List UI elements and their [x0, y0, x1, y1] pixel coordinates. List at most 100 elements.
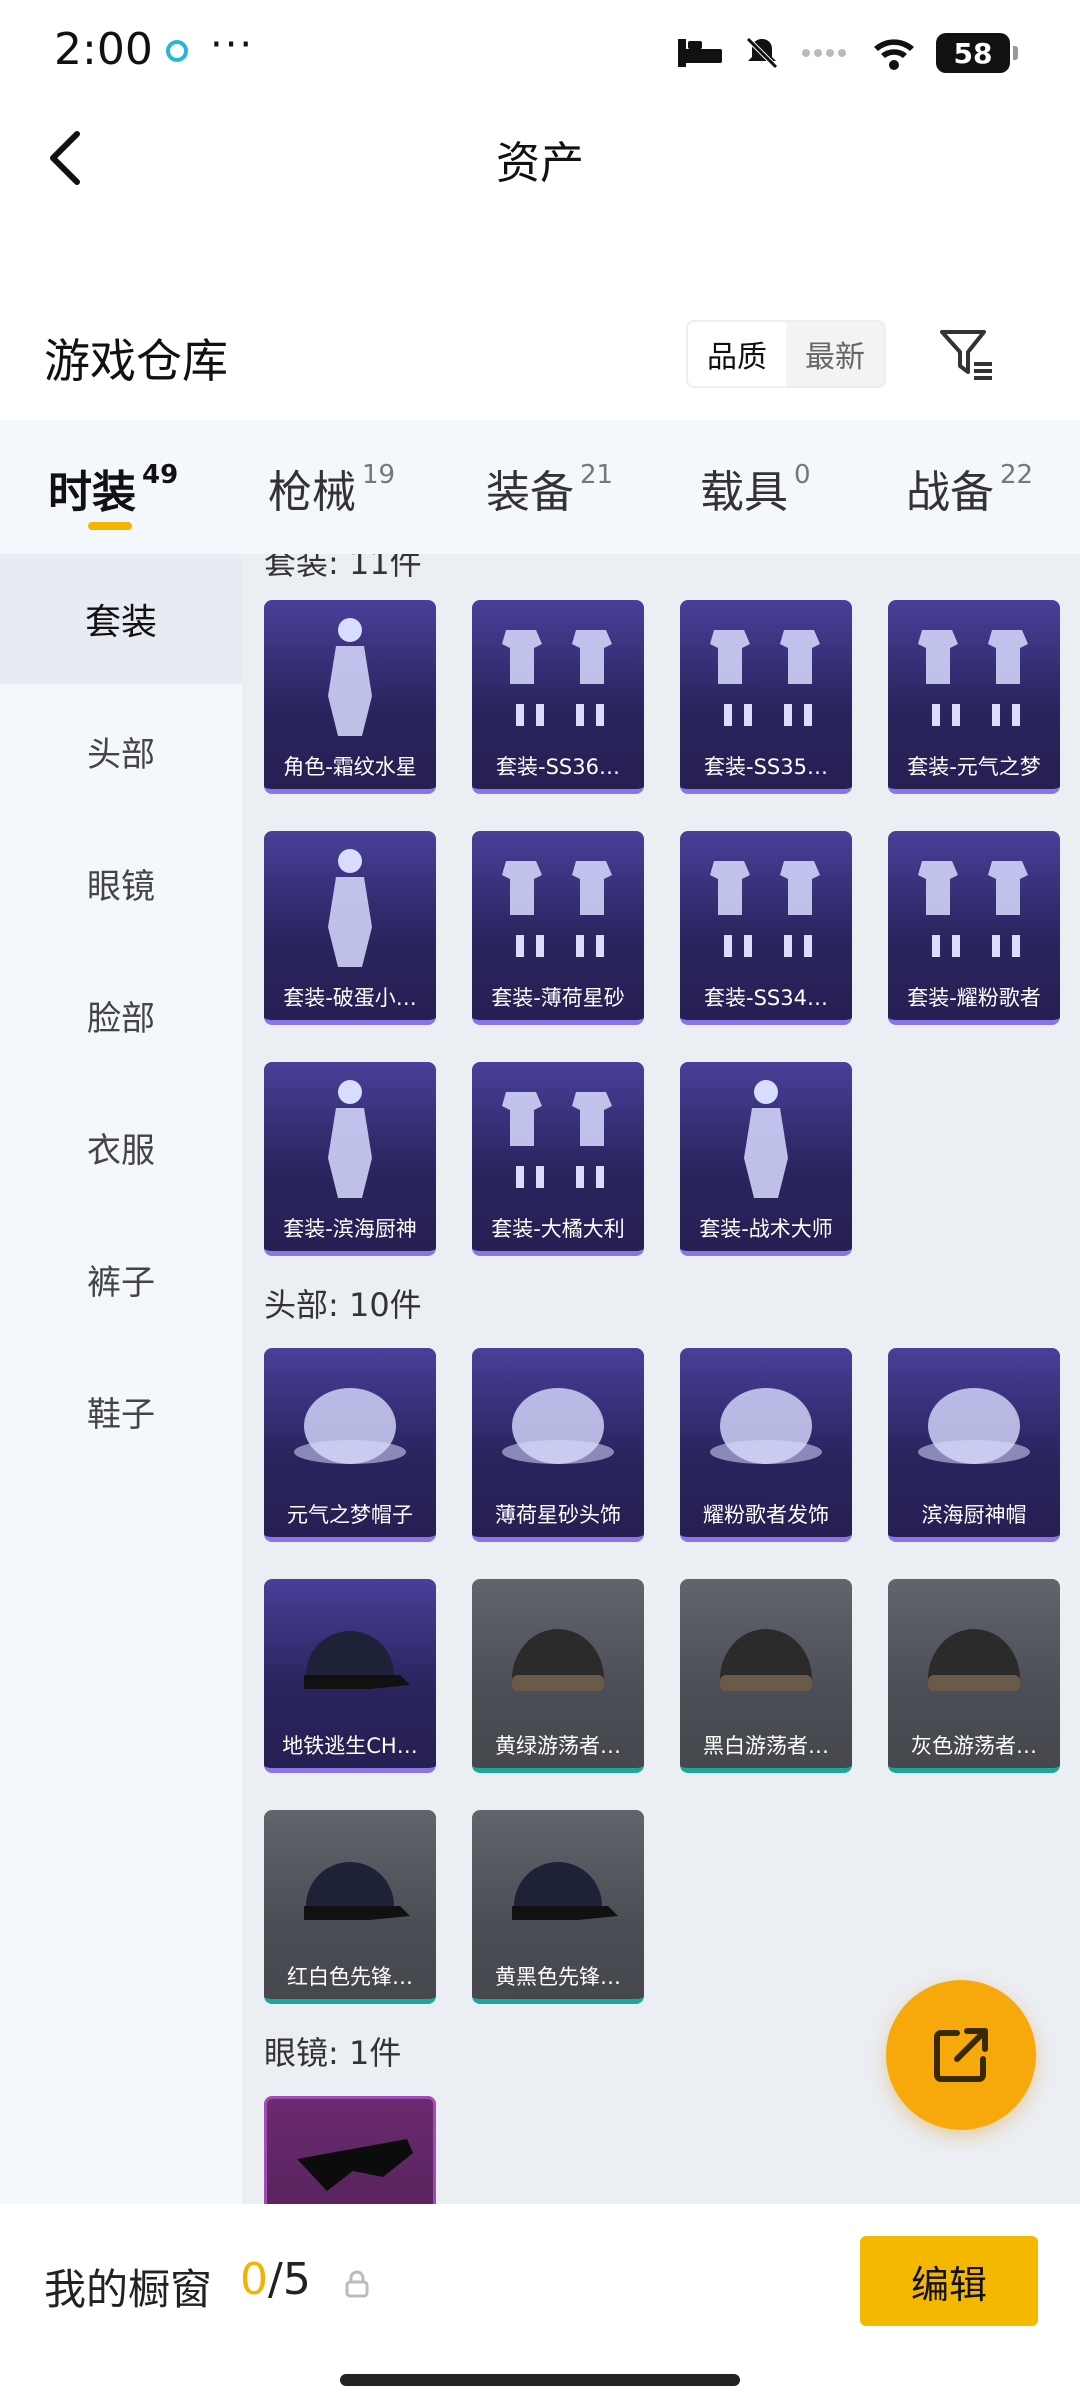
tab-count: 21 [580, 460, 614, 490]
item-name: 套装-战术大师 [699, 1217, 833, 1241]
bed-icon [678, 39, 722, 67]
beanie-icon [680, 1579, 852, 1729]
item-name: 元气之梦帽子 [287, 1503, 413, 1527]
item-name: 套装-SS35… [704, 755, 828, 779]
external-link-icon [934, 2028, 988, 2082]
page-title: 资产 [496, 138, 584, 189]
assets-page: 2:00 ··· 58 资产 游戏仓库 品质 最新 时装 49 枪械 19 装备… [0, 0, 1080, 2400]
filter-button[interactable] [932, 320, 1002, 390]
sort-quality-button[interactable]: 品质 [688, 322, 786, 386]
item-card[interactable]: 红白色先锋… [264, 1810, 436, 2004]
item-name: 地铁逃生CH… [282, 1734, 418, 1758]
tab-guns[interactable]: 枪械 19 [268, 456, 395, 520]
outfit-icon [680, 600, 852, 750]
item-card[interactable]: 黑白游荡者… [680, 1579, 852, 1773]
cap-icon [264, 1810, 436, 1960]
item-name: 套装-滨海厨神 [283, 1217, 417, 1241]
lock-icon [345, 2270, 369, 2298]
tab-fashion[interactable]: 时装 49 [48, 456, 178, 520]
tab-label: 枪械 [268, 467, 356, 518]
sort-toggle: 品质 最新 [686, 320, 886, 388]
outfit-icon [888, 600, 1060, 750]
item-name: 薄荷星砂头饰 [495, 1503, 621, 1527]
item-card[interactable]: 角色-霜纹水星 [264, 600, 436, 794]
item-card[interactable]: 套装-大橘大利 [472, 1062, 644, 1256]
tab-equipment[interactable]: 装备 21 [486, 456, 613, 520]
tab-supplies[interactable]: 战备 22 [906, 456, 1033, 520]
figure-icon [264, 600, 436, 750]
outfit-icon [888, 831, 1060, 981]
section-label-glasses: 眼镜: 1件 [264, 2034, 402, 2072]
item-name: 红白色先锋… [287, 1965, 413, 1989]
item-name: 套装-大橘大利 [491, 1217, 625, 1241]
item-name: 套装-耀粉歌者 [907, 986, 1041, 1010]
item-name: 套装-SS34… [704, 986, 828, 1010]
showcase-label: 我的橱窗 [44, 2265, 213, 2314]
filter-icon [940, 330, 992, 380]
item-card[interactable]: 黄绿游荡者… [472, 1579, 644, 1773]
item-name: 黄黑色先锋… [495, 1965, 621, 1989]
beanie-icon [472, 1579, 644, 1729]
outfit-icon [472, 600, 644, 750]
edit-button[interactable]: 编辑 [860, 2236, 1038, 2326]
beanie-icon [888, 1579, 1060, 1729]
item-name: 灰色游荡者… [911, 1734, 1037, 1758]
hat-icon [264, 1348, 436, 1498]
item-name: 滨海厨神帽 [921, 1503, 1027, 1527]
item-name: 耀粉歌者发饰 [703, 1503, 829, 1527]
figure-icon [680, 1062, 852, 1212]
item-card[interactable]: 套装-耀粉歌者 [888, 831, 1060, 1025]
item-card[interactable]: 套装-破蛋小… [264, 831, 436, 1025]
tab-count: 22 [1000, 460, 1034, 490]
item-card[interactable]: 套装-SS35… [680, 600, 852, 794]
item-card[interactable]: 套装-SS36… [472, 600, 644, 794]
item-card[interactable]: 灰色游荡者… [888, 1579, 1060, 1773]
sub-category-sidebar: 套装 头部 眼镜 脸部 衣服 裤子 鞋子 [0, 554, 242, 2204]
item-card[interactable]: 地铁逃生CH… [264, 1579, 436, 1773]
tab-vehicles[interactable]: 载具 0 [700, 456, 811, 520]
item-card[interactable]: 耀粉歌者发饰 [680, 1348, 852, 1542]
section-label-outfits: 套装: 11件 [264, 554, 422, 582]
item-name: 角色-霜纹水星 [283, 755, 417, 779]
item-card[interactable]: 套装-SS34… [680, 831, 852, 1025]
wifi-icon [874, 39, 914, 70]
sidebar-item-outfits[interactable]: 套装 [0, 554, 242, 684]
warehouse-title: 游戏仓库 [44, 334, 228, 388]
section-label-head: 头部: 10件 [264, 1286, 422, 1324]
sidebar-item-clothes[interactable]: 衣服 [0, 1082, 242, 1212]
sidebar-item-face[interactable]: 脸部 [0, 950, 242, 1080]
sort-newest-button[interactable]: 最新 [786, 322, 884, 386]
tab-count: 0 [794, 460, 811, 490]
sidebar-item-shoes[interactable]: 鞋子 [0, 1346, 242, 1476]
tab-label: 时装 [48, 467, 136, 518]
status-bar: 2:00 ··· 58 [0, 0, 1080, 105]
item-card[interactable]: 套装-战术大师 [680, 1062, 852, 1256]
share-button[interactable] [886, 1980, 1036, 2130]
item-card[interactable]: 薄荷星砂头饰 [472, 1348, 644, 1542]
item-grid: 套装: 11件 角色-霜纹水星 套装-SS36… 套装-SS35… 套装-元气之梦 套装… [242, 554, 1080, 2204]
item-card[interactable]: 元气之梦帽子 [264, 1348, 436, 1542]
more-notifications-icon: ··· [210, 22, 255, 68]
sunglasses-icon [267, 2099, 433, 2204]
sidebar-item-glasses[interactable]: 眼镜 [0, 818, 242, 948]
figure-icon [264, 831, 436, 981]
sidebar-item-pants[interactable]: 裤子 [0, 1214, 242, 1344]
tab-label: 载具 [700, 467, 788, 518]
item-card[interactable] [264, 2096, 436, 2204]
mute-icon [746, 37, 778, 69]
item-name: 黑白游荡者… [703, 1734, 829, 1758]
item-name: 黄绿游荡者… [495, 1734, 621, 1758]
item-card[interactable]: 滨海厨神帽 [888, 1348, 1060, 1542]
item-card[interactable]: 黄黑色先锋… [472, 1810, 644, 2004]
item-card[interactable]: 套装-元气之梦 [888, 600, 1060, 794]
item-card[interactable]: 套装-薄荷星砂 [472, 831, 644, 1025]
item-card[interactable]: 套装-滨海厨神 [264, 1062, 436, 1256]
showcase-count: 0/5 [240, 2254, 311, 2305]
item-name: 套装-元气之梦 [907, 755, 1041, 779]
active-tab-indicator [88, 522, 132, 530]
hat-icon [680, 1348, 852, 1498]
sidebar-item-head[interactable]: 头部 [0, 686, 242, 816]
hat-icon [472, 1348, 644, 1498]
tab-count: 19 [362, 460, 396, 490]
category-tabs: 时装 49 枪械 19 装备 21 载具 0 战备 22 [0, 420, 1080, 554]
